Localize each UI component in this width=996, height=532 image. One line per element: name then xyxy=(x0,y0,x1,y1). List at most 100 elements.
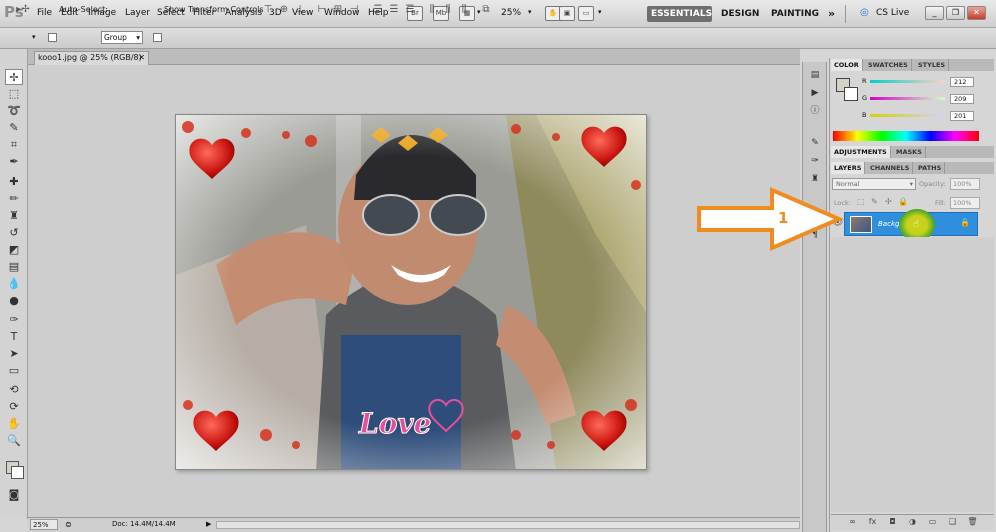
color-spectrum[interactable] xyxy=(833,131,979,141)
lock-all-icon[interactable]: 🔒 xyxy=(898,197,908,206)
layer-style-icon[interactable]: fx xyxy=(867,517,878,527)
move-tool-preset-icon[interactable]: ▸✢ xyxy=(14,4,32,16)
cs-live-button[interactable]: CS Live xyxy=(876,8,909,18)
opacity-field[interactable]: 100% xyxy=(950,178,980,190)
brush-presets-icon[interactable]: ✎ xyxy=(807,136,823,151)
arrange-documents-icon[interactable]: ▣ xyxy=(559,6,575,21)
clone-stamp-tool-icon[interactable]: ♜ xyxy=(5,208,23,224)
r-slider[interactable] xyxy=(870,80,945,83)
distribute-right-icon[interactable]: ⫼ xyxy=(458,4,470,16)
tab-styles[interactable]: STYLES xyxy=(915,59,950,71)
background-color-swatch[interactable] xyxy=(11,466,24,479)
tab-layers[interactable]: LAYERS xyxy=(831,162,866,174)
close-tab-icon[interactable]: ✕ xyxy=(138,52,145,64)
restore-button[interactable]: ❐ xyxy=(946,6,965,20)
eraser-tool-icon[interactable]: ◩ xyxy=(5,242,23,258)
cs-live-icon[interactable]: ◎ xyxy=(860,7,869,18)
blur-tool-icon[interactable]: 💧 xyxy=(5,276,23,292)
3d-orbit-tool-icon[interactable]: ⟳ xyxy=(5,399,23,415)
tab-adjustments[interactable]: ADJUSTMENTS xyxy=(831,146,891,158)
chevron-down-icon[interactable]: ▾ xyxy=(528,8,532,16)
type-tool-icon[interactable]: T xyxy=(5,329,23,345)
b-value[interactable]: 201 xyxy=(950,111,974,121)
lasso-tool-icon[interactable]: ➰ xyxy=(5,103,23,119)
quick-mask-icon[interactable]: ◙ xyxy=(5,487,23,503)
screen-mode-icon[interactable]: ▭ xyxy=(578,6,594,21)
b-slider[interactable] xyxy=(870,114,945,117)
r-value[interactable]: 212 xyxy=(950,77,974,87)
align-bottom-icon[interactable]: ⊥ xyxy=(294,4,306,16)
close-button[interactable]: ✕ xyxy=(967,6,986,20)
brush-panel-icon[interactable]: ✑ xyxy=(807,154,823,169)
menu-layer[interactable]: Layer xyxy=(125,8,150,18)
document-tab[interactable]: kooo1.jpg @ 25% (RGB/8) ✕ xyxy=(34,51,149,65)
tab-paths[interactable]: PATHS xyxy=(915,162,946,174)
more-workspaces-button[interactable]: » xyxy=(824,6,839,22)
workspace-design[interactable]: DESIGN xyxy=(717,6,763,22)
healing-brush-tool-icon[interactable]: ✚ xyxy=(5,174,23,190)
g-value[interactable]: 209 xyxy=(950,94,974,104)
distribute-bottom-icon[interactable]: ☰ xyxy=(404,4,416,16)
marquee-tool-icon[interactable]: ⬚ xyxy=(5,86,23,102)
tab-channels[interactable]: CHANNELS xyxy=(867,162,914,174)
zoom-field[interactable]: 25% xyxy=(30,519,58,530)
zoom-level-menu[interactable]: 25% xyxy=(501,8,521,18)
distribute-vcenter-icon[interactable]: ☰ xyxy=(388,4,400,16)
info-panel-icon[interactable]: ⓘ xyxy=(807,104,823,119)
background-color-chip[interactable] xyxy=(844,87,858,101)
status-menu-arrow[interactable]: ▶ xyxy=(206,518,211,531)
crop-tool-icon[interactable]: ⌗ xyxy=(5,137,23,153)
minimize-button[interactable]: _ xyxy=(925,6,944,20)
horizontal-scrollbar[interactable] xyxy=(216,521,800,529)
chevron-down-icon[interactable]: ▾ xyxy=(32,33,36,41)
dodge-tool-icon[interactable]: ● xyxy=(5,293,23,309)
new-group-icon[interactable]: ▭ xyxy=(927,517,938,527)
actions-panel-icon[interactable]: ▶ xyxy=(807,86,823,101)
tab-color[interactable]: COLOR xyxy=(831,59,863,71)
lock-position-icon[interactable]: ✢ xyxy=(885,197,892,206)
delete-layer-icon[interactable]: 🗑 xyxy=(967,517,978,527)
pen-tool-icon[interactable]: ✑ xyxy=(5,312,23,328)
clone-source-icon[interactable]: ♜ xyxy=(807,172,823,187)
fill-field[interactable]: 100% xyxy=(950,197,980,209)
history-brush-tool-icon[interactable]: ↺ xyxy=(5,225,23,241)
tab-masks[interactable]: MASKS xyxy=(893,146,926,158)
brush-tool-icon[interactable]: ✏ xyxy=(5,191,23,207)
auto-align-icon[interactable]: ⧉ xyxy=(480,4,492,16)
g-slider[interactable] xyxy=(870,97,945,100)
new-layer-icon[interactable]: ❑ xyxy=(947,517,958,527)
lock-transparent-icon[interactable]: ⬚ xyxy=(857,197,865,206)
add-mask-icon[interactable]: ◘ xyxy=(887,517,898,527)
zoom-tool-icon[interactable]: 🔍 xyxy=(5,433,23,449)
chevron-down-icon[interactable]: ▾ xyxy=(598,8,602,16)
rectangle-tool-icon[interactable]: ▭ xyxy=(5,363,23,379)
align-right-icon[interactable]: ⊣ xyxy=(348,4,360,16)
align-left-icon[interactable]: ⊢ xyxy=(316,4,328,16)
3d-rotate-tool-icon[interactable]: ⟲ xyxy=(5,382,23,398)
lock-pixels-icon[interactable]: ✎ xyxy=(871,197,878,206)
hand-tool-icon[interactable]: ✋ xyxy=(5,416,23,432)
layer-row-background[interactable]: Background ☝ 🔒 xyxy=(844,209,978,241)
quick-select-tool-icon[interactable]: ✎ xyxy=(5,120,23,136)
link-layers-icon[interactable]: ∞ xyxy=(847,517,858,527)
status-icon[interactable]: ⊜ xyxy=(65,519,72,530)
menu-file[interactable]: File xyxy=(37,8,52,18)
adjustment-layer-icon[interactable]: ◑ xyxy=(907,517,918,527)
distribute-hcenter-icon[interactable]: ⫼ xyxy=(442,4,454,16)
document-image[interactable]: Love xyxy=(175,114,647,470)
align-hcenter-icon[interactable]: ⊞ xyxy=(332,4,344,16)
show-transform-checkbox[interactable] xyxy=(153,33,162,42)
path-selection-tool-icon[interactable]: ➤ xyxy=(5,346,23,362)
workspace-painting[interactable]: PAINTING xyxy=(767,6,823,22)
gradient-tool-icon[interactable]: ▤ xyxy=(5,259,23,275)
move-tool-icon[interactable]: ✢ xyxy=(5,69,23,85)
align-vcenter-icon[interactable]: ⊕ xyxy=(278,4,290,16)
distribute-left-icon[interactable]: ⫼ xyxy=(426,4,438,16)
eyedropper-tool-icon[interactable]: ✒ xyxy=(5,154,23,170)
tab-swatches[interactable]: SWATCHES xyxy=(865,59,912,71)
align-top-icon[interactable]: ⊤ xyxy=(262,4,274,16)
workspace-essentials[interactable]: ESSENTIALS xyxy=(647,6,712,22)
distribute-top-icon[interactable]: ☰ xyxy=(372,4,384,16)
auto-select-dropdown[interactable]: Group ▾ xyxy=(101,31,143,44)
auto-select-checkbox[interactable] xyxy=(48,33,57,42)
